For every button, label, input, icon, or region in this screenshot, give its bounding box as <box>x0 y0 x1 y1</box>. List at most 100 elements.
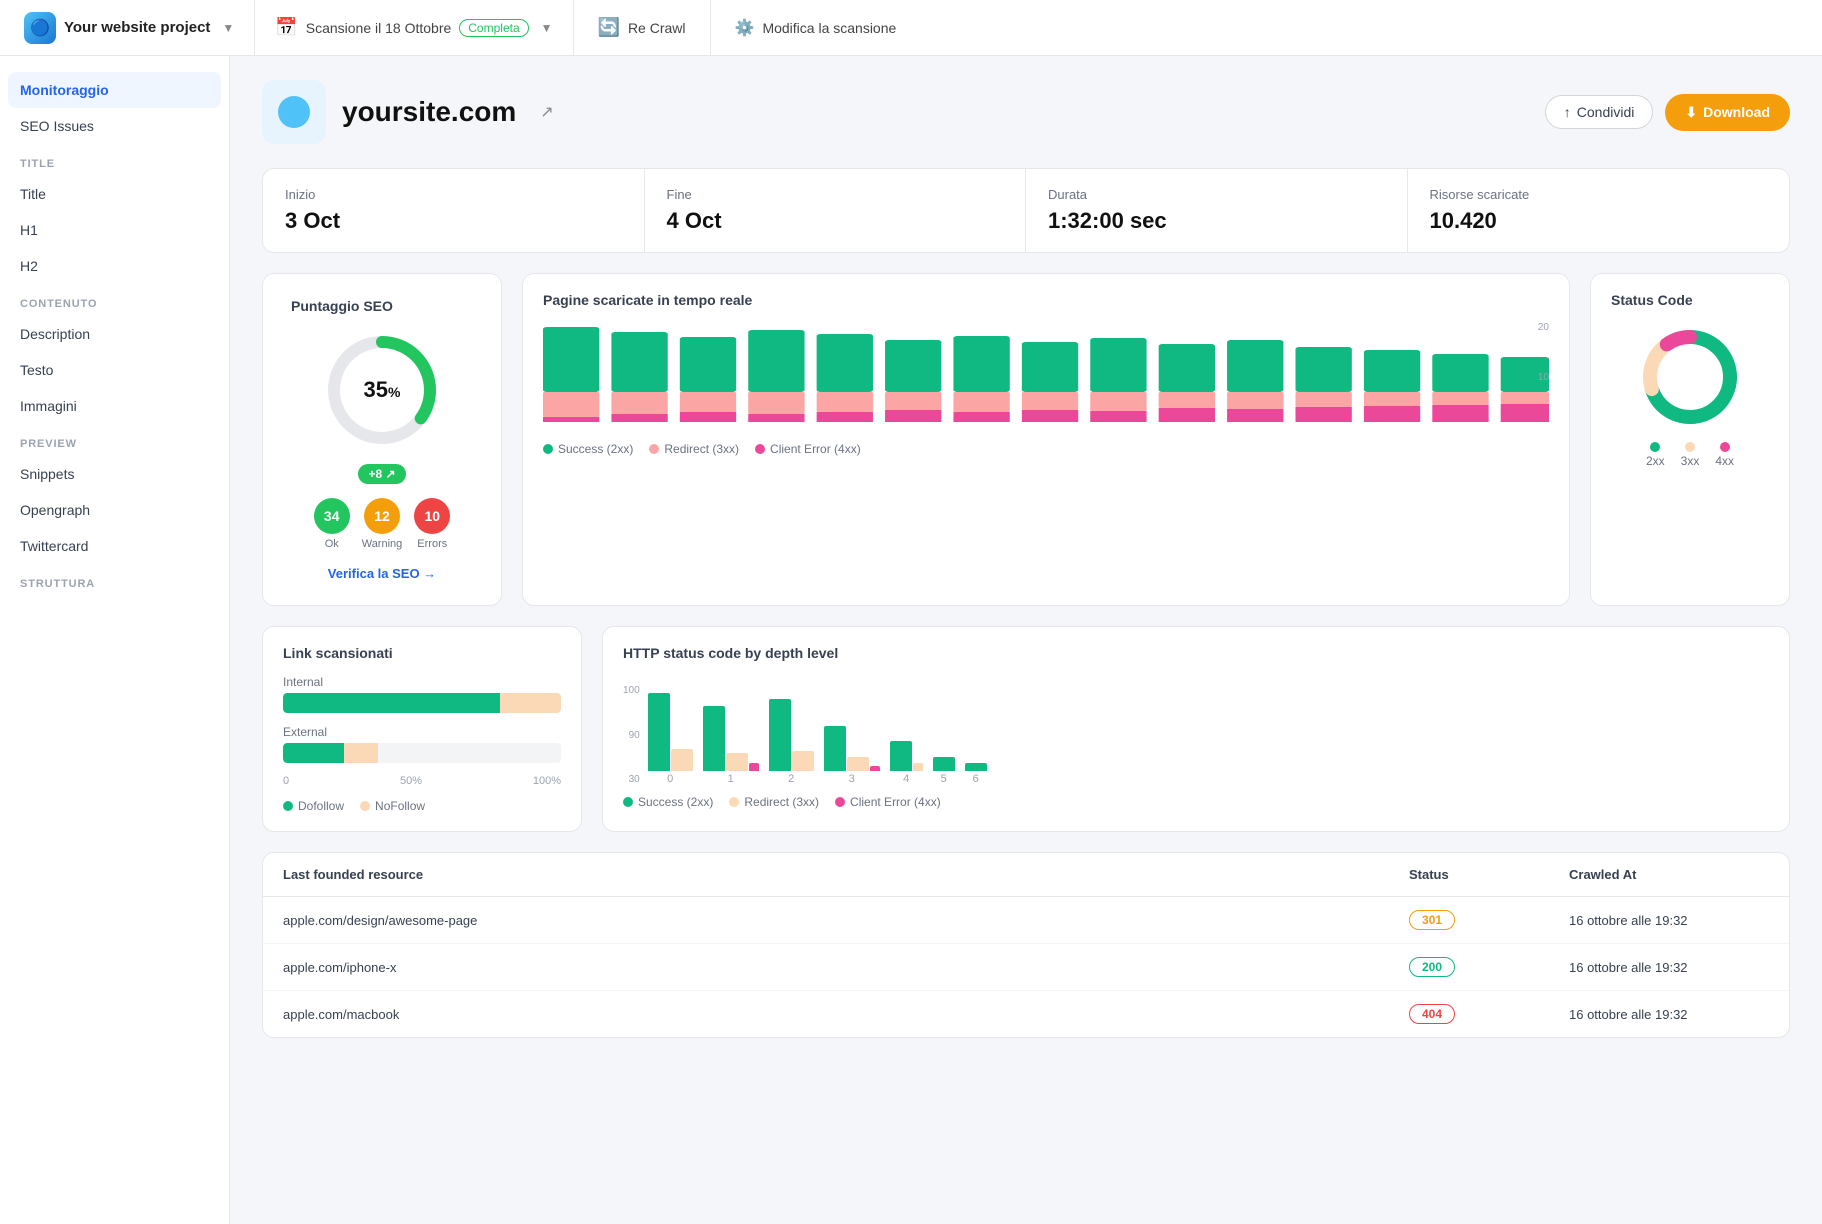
depth-redirect-dot <box>729 797 739 807</box>
depth-0: 0 <box>648 681 693 785</box>
external-bar-wrap: External <box>283 725 561 763</box>
depth-success-dot <box>623 797 633 807</box>
dofollow-dot <box>283 801 293 811</box>
resources-table: Last founded resource Status Crawled At … <box>262 852 1790 1038</box>
recrawl-button[interactable]: 🔄 Re Crawl <box>574 0 711 55</box>
scan-selector[interactable]: 📅 Scansione il 18 Ottobre Completa ▼ <box>255 0 573 55</box>
internal-fill-dofollow <box>283 693 500 713</box>
depth-card: HTTP status code by depth level 100 90 3… <box>602 626 1790 832</box>
sidebar-item-h2[interactable]: H2 <box>0 248 229 284</box>
score-error-badge: 10 Errors <box>414 498 450 550</box>
warning-label: Warning <box>362 538 403 550</box>
status-code-card: Status Code <box>1590 273 1790 606</box>
y-label-10: 10 <box>1538 372 1549 383</box>
verify-seo-link[interactable]: Verifica la SEO → <box>328 566 436 581</box>
col-status: Status <box>1409 867 1569 882</box>
top-nav: 🔵 Your website project ▼ 📅 Scansione il … <box>0 0 1822 56</box>
score-value: 35% <box>364 377 401 403</box>
crawled-at: 16 ottobre alle 19:32 <box>1569 1007 1769 1022</box>
status-pill-404: 404 <box>1409 1004 1455 1024</box>
depth-4-redirect <box>913 763 923 771</box>
project-name: Your website project <box>64 19 210 36</box>
ok-label: Ok <box>325 538 339 550</box>
sidebar-item-h1[interactable]: H1 <box>0 212 229 248</box>
table-row: apple.com/design/awesome-page 301 16 ott… <box>263 897 1789 944</box>
sidebar-section-struttura: STRUTTURA <box>0 564 229 596</box>
depth-bars: 0 1 <box>648 681 1769 785</box>
axis-100: 100% <box>533 775 561 787</box>
success-label: Success (2xx) <box>558 442 633 456</box>
resource-url: apple.com/iphone-x <box>283 960 1409 975</box>
realtime-card: Pagine scaricate in tempo reale 20 10 <box>522 273 1570 606</box>
download-button[interactable]: ⬇ Download <box>1665 94 1790 131</box>
status-4xx: 4xx <box>1715 442 1734 468</box>
stat-risorse-label: Risorse scaricate <box>1430 187 1768 202</box>
dofollow-label: Dofollow <box>298 799 344 813</box>
nofollow-dot <box>360 801 370 811</box>
download-label: Download <box>1703 104 1770 120</box>
legend-client-error: Client Error (4xx) <box>755 442 861 456</box>
score-badges: 34 Ok 12 Warning 10 Errors <box>314 498 451 550</box>
seo-score-donut: 35% <box>322 330 442 450</box>
col-resource: Last founded resource <box>283 867 1409 882</box>
sidebar-item-title[interactable]: Title <box>0 176 229 212</box>
ok-circle: 34 <box>314 498 350 534</box>
redirect-label: Redirect (3xx) <box>664 442 739 456</box>
sidebar-item-twittercard[interactable]: Twittercard <box>0 528 229 564</box>
depth-3-bars <box>824 681 880 771</box>
depth-6-success <box>965 763 987 771</box>
sidebar-section-preview: PREVIEW <box>0 424 229 456</box>
depth-1-bars <box>703 681 759 771</box>
depth-5-label: 5 <box>941 773 947 785</box>
project-selector[interactable]: 🔵 Your website project ▼ <box>16 0 255 55</box>
external-track <box>283 743 561 763</box>
axis-0: 0 <box>283 775 289 787</box>
site-header-left: yoursite.com ↗ <box>262 80 554 144</box>
scan-chevron-icon: ▼ <box>541 21 553 35</box>
sidebar-item-immagini[interactable]: Immagini <box>0 388 229 424</box>
links-card: Link scansionati Internal External <box>262 626 582 832</box>
sidebar-item-seo-issues[interactable]: SEO Issues <box>0 108 229 144</box>
depth-0-success <box>648 693 670 771</box>
status-labels-row: 2xx 3xx 4xx <box>1611 442 1769 468</box>
depth-4: 4 <box>890 681 923 785</box>
depth-2-label: 2 <box>788 773 794 785</box>
sidebar-item-snippets[interactable]: Snippets <box>0 456 229 492</box>
table-row: apple.com/iphone-x 200 16 ottobre alle 1… <box>263 944 1789 991</box>
depth-6-label: 6 <box>973 773 979 785</box>
depth-legend-redirect: Redirect (3xx) <box>729 795 819 809</box>
sidebar-item-description[interactable]: Description <box>0 316 229 352</box>
stat-inizio-label: Inizio <box>285 187 622 202</box>
depth-legend: Success (2xx) Redirect (3xx) Client Erro… <box>623 795 1769 809</box>
site-name: yoursite.com <box>342 96 516 128</box>
status-badge: 301 <box>1409 910 1569 930</box>
stat-fine-value: 4 Oct <box>667 208 1004 234</box>
share-button[interactable]: ↑ Condividi <box>1545 95 1654 129</box>
internal-bar-wrap: Internal <box>283 675 561 713</box>
status-code-donut <box>1611 322 1769 432</box>
redirect-dot <box>649 444 659 454</box>
crawled-at: 16 ottobre alle 19:32 <box>1569 913 1769 928</box>
depth-3-error <box>870 766 880 771</box>
external-label: External <box>283 725 561 739</box>
score-delta: +8 ↗ <box>358 464 405 484</box>
sidebar-item-opengraph[interactable]: Opengraph <box>0 492 229 528</box>
legend-success: Success (2xx) <box>543 442 633 456</box>
stat-inizio-value: 3 Oct <box>285 208 622 234</box>
depth-chart: 100 90 30 0 <box>623 675 1769 785</box>
sliders-icon: ⚙️ <box>735 18 755 38</box>
stat-risorse-value: 10.420 <box>1430 208 1768 234</box>
client-error-label: Client Error (4xx) <box>770 442 861 456</box>
external-link-icon[interactable]: ↗ <box>540 102 553 122</box>
chevron-down-icon: ▼ <box>222 21 234 35</box>
sidebar-item-monitoraggio[interactable]: Monitoraggio <box>8 72 221 108</box>
sidebar-item-label: Monitoraggio <box>20 82 109 98</box>
hbar-axis: 0 50% 100% <box>283 775 561 787</box>
sidebar-item-testo[interactable]: Testo <box>0 352 229 388</box>
sidebar-item-label: SEO Issues <box>20 118 94 134</box>
depth-6-bars <box>965 681 987 771</box>
resource-url: apple.com/design/awesome-page <box>283 913 1409 928</box>
external-fill-dofollow <box>283 743 344 763</box>
site-header-right: ↑ Condividi ⬇ Download <box>1545 94 1790 131</box>
modify-scan-button[interactable]: ⚙️ Modifica la scansione <box>711 0 921 55</box>
